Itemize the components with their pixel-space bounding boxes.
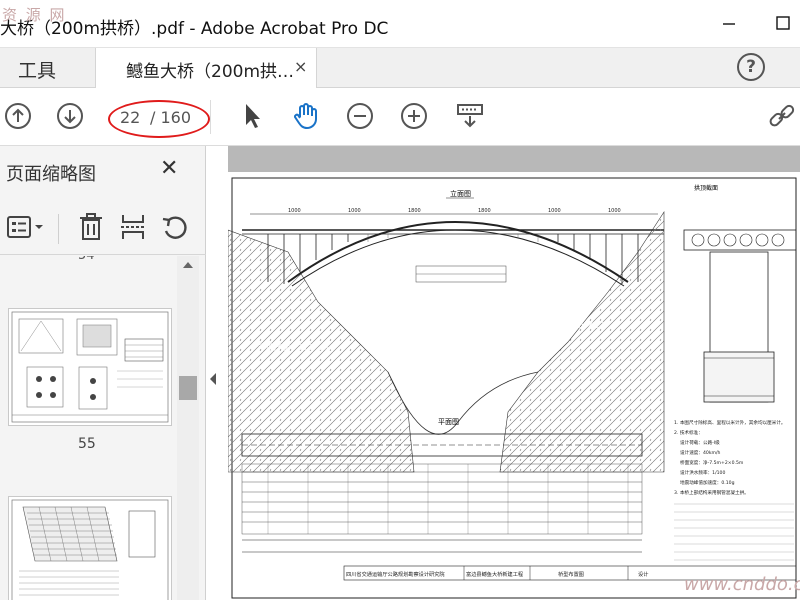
tab-close-icon[interactable]: × <box>294 57 307 76</box>
title-bar: 大桥（200m拱桥）.pdf - Adobe Acrobat Pro DC 资 … <box>0 0 800 48</box>
pdf-page: 立面图 1000 1000 1800 1800 1000 1000 岸坡产状：2… <box>227 172 800 600</box>
elevation-label: 立面图 <box>450 189 471 198</box>
zoom-in-button[interactable] <box>398 100 430 132</box>
share-link-button[interactable] <box>766 100 798 132</box>
dimension-label: 1000 <box>548 208 561 214</box>
tab-tools[interactable]: 工具 <box>18 56 56 83</box>
thumbnail-options-button[interactable] <box>4 210 48 244</box>
rotate-page-button[interactable] <box>158 210 192 244</box>
panel-close-icon[interactable]: ✕ <box>160 156 178 181</box>
page-thumbnails-panel: 页面缩略图 ✕ 54 <box>0 146 206 600</box>
scrollbar-thumb[interactable] <box>179 376 197 400</box>
page-highlight-ellipse <box>108 100 210 138</box>
panel-divider <box>0 254 206 255</box>
note-line: 2. 技术标准： <box>674 429 703 436</box>
thumbnail-drawing-image <box>11 499 169 600</box>
zoom-out-button[interactable] <box>344 100 376 132</box>
thumbnail-page-number: 54 <box>78 256 95 263</box>
hand-tool-button[interactable] <box>290 100 322 132</box>
note-line: 设计洪水频率：1/100 <box>680 469 725 476</box>
note-line: 3. 本桥上部结构采用钢管混凝土拱。 <box>674 489 749 496</box>
title-block-project: 富边县鳡鱼大桥新建工程 <box>466 570 523 578</box>
thumbnail-scrollbar[interactable] <box>177 256 199 600</box>
delete-page-button[interactable] <box>74 210 108 244</box>
plan-label: 平面图 <box>438 418 459 426</box>
thumbnail-toolbar <box>0 204 206 254</box>
toolbar-divider <box>210 100 211 134</box>
cross-section-label: 拱顶截面 <box>694 184 718 192</box>
tab-bar: 工具 鳡鱼大桥（200m拱… × ? <box>0 48 800 88</box>
link-icon <box>769 104 795 127</box>
rotate-icon <box>162 216 187 239</box>
scroll-up-icon <box>183 262 193 268</box>
bridge-drawing: 立面图 1000 1000 1800 1800 1000 1000 岸坡产状：2… <box>227 177 797 599</box>
slope-note-right: 岸坡产状：280°∠22° <box>528 320 609 330</box>
dimension-label: 1800 <box>408 208 421 214</box>
help-button[interactable]: ? <box>737 53 765 81</box>
maximize-icon <box>776 16 790 30</box>
note-line: 设计荷载：公路-I级 <box>680 439 720 446</box>
note-line: 1. 本图尺寸除标高、里程以米计外，其余均以厘米计。 <box>674 419 786 426</box>
watermark-top: 资 源 网 <box>2 6 67 24</box>
arrow-up-icon <box>5 103 31 129</box>
dimension-label: 1000 <box>608 208 621 214</box>
collapse-panel-icon[interactable] <box>208 372 218 386</box>
keyboard-icon <box>457 104 483 128</box>
thumbnail-drawing-image <box>11 311 169 423</box>
extract-icon <box>121 215 145 239</box>
dimension-label: 1800 <box>478 208 491 214</box>
thumbnail-list: 54 55 <box>0 256 176 600</box>
panel-title: 页面缩略图 <box>6 164 96 185</box>
arrow-down-icon <box>57 103 83 129</box>
select-tool-button[interactable] <box>236 100 268 132</box>
options-icon <box>7 216 43 238</box>
note-line: 设计速度：40km/h <box>680 449 720 456</box>
hand-icon <box>294 103 317 130</box>
thumbnail-page-55[interactable] <box>8 308 172 426</box>
maximize-button[interactable] <box>768 8 798 38</box>
slope-note-left: 岸坡产状：273°∠16° <box>258 342 339 352</box>
title-block-institute: 四川省交通运输厅公路规划勘察设计研究院 <box>346 570 445 578</box>
tab-document[interactable]: 鳡鱼大桥（200m拱… × <box>95 48 317 88</box>
title-block-design: 设计 <box>638 570 648 578</box>
tab-document-label: 鳡鱼大桥（200m拱… <box>126 62 295 82</box>
note-line: 地震动峰值加速度：0.10g <box>680 479 735 486</box>
extract-page-button[interactable] <box>116 210 150 244</box>
title-block-sheet: 桥型布置图 <box>558 570 584 578</box>
watermark-bottom: www.cnddo.com <box>684 574 800 595</box>
previous-page-button[interactable] <box>2 100 34 132</box>
minimize-button[interactable] <box>714 8 744 38</box>
thumbnail-page-56[interactable] <box>8 496 172 600</box>
note-line: 桥面宽度：净-7.5m+2×0.5m <box>680 459 744 466</box>
tool-divider <box>58 214 59 244</box>
dimension-label: 1000 <box>288 208 301 214</box>
document-viewer[interactable]: 立面图 1000 1000 1800 1800 1000 1000 岸坡产状：2… <box>227 146 800 600</box>
keyboard-tool-button[interactable] <box>454 100 486 132</box>
minimize-icon <box>723 23 735 25</box>
next-page-button[interactable] <box>54 100 86 132</box>
zoom-out-icon <box>347 103 373 129</box>
select-pointer-icon <box>246 104 260 128</box>
dimension-label: 1000 <box>348 208 361 214</box>
delete-icon <box>80 213 102 240</box>
zoom-in-icon <box>401 103 427 129</box>
thumbnail-page-number: 55 <box>78 436 96 452</box>
